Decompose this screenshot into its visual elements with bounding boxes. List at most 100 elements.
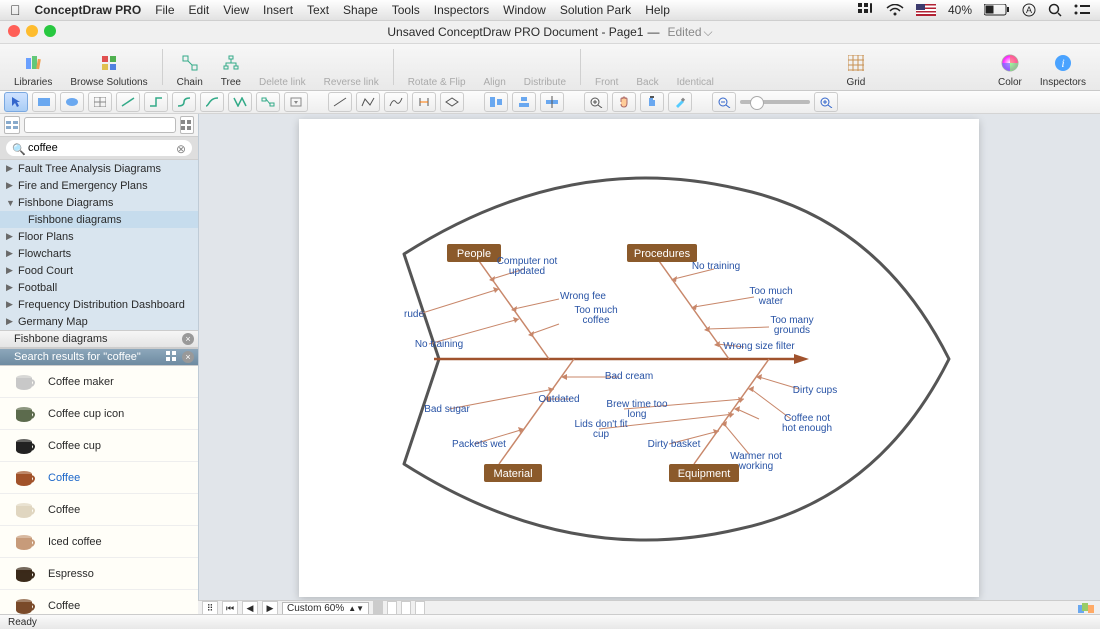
connector-1[interactable]: [116, 92, 140, 112]
alt-icon[interactable]: A: [1022, 3, 1036, 17]
align-tool-1[interactable]: [484, 92, 508, 112]
hand-tool[interactable]: [612, 92, 636, 112]
search-result-item[interactable]: Coffee maker: [0, 366, 198, 398]
close-icon[interactable]: [8, 25, 20, 37]
clear-search-icon[interactable]: ⊗: [176, 142, 186, 156]
search-result-item[interactable]: Iced coffee: [0, 526, 198, 558]
category-item[interactable]: ▶Fire and Emergency Plans: [0, 177, 198, 194]
line-tool-2[interactable]: [356, 92, 380, 112]
align-tool-3[interactable]: [540, 92, 564, 112]
search-result-item[interactable]: Coffee: [0, 494, 198, 526]
category-item[interactable]: ▼Fishbone Diagrams: [0, 194, 198, 211]
search-result-item[interactable]: Espresso: [0, 558, 198, 590]
page-tab-3[interactable]: [401, 601, 411, 615]
menu-file[interactable]: File: [155, 3, 174, 17]
search-result-item[interactable]: Coffee cup icon: [0, 398, 198, 430]
table-tool[interactable]: [88, 92, 112, 112]
menu-edit[interactable]: Edit: [189, 3, 210, 17]
zoom-icon[interactable]: [44, 25, 56, 37]
pointer-tool[interactable]: [4, 92, 28, 112]
toolbar-browse[interactable]: Browse Solutions: [64, 51, 153, 88]
canvas-area[interactable]: People Procedures Material Equipment Com…: [199, 114, 1100, 623]
menu-solution-park[interactable]: Solution Park: [560, 3, 631, 17]
menu-window[interactable]: Window: [503, 3, 546, 17]
menu-help[interactable]: Help: [645, 3, 670, 17]
page-tab-1[interactable]: [373, 601, 383, 615]
menu-shape[interactable]: Shape: [343, 3, 378, 17]
spotlight-icon[interactable]: [1048, 3, 1062, 17]
rect-tool[interactable]: [32, 92, 56, 112]
ellipse-tool[interactable]: [60, 92, 84, 112]
edited-chevron-icon[interactable]: ⌵: [704, 25, 713, 40]
page-list-icon[interactable]: ⠿: [202, 601, 218, 615]
toolbar-chain[interactable]: Chain: [171, 51, 209, 88]
search-input[interactable]: [6, 140, 192, 156]
category-item[interactable]: ▶Flowcharts: [0, 245, 198, 262]
connector-5[interactable]: [228, 92, 252, 112]
connector-2[interactable]: [144, 92, 168, 112]
grid-view-icon[interactable]: [166, 351, 178, 363]
category-item[interactable]: ▶Fault Tree Analysis Diagrams: [0, 160, 198, 177]
category-item[interactable]: ▶Floor Plans: [0, 228, 198, 245]
library-header[interactable]: Fishbone diagrams ×: [0, 330, 198, 348]
page-next[interactable]: ▶: [262, 601, 278, 615]
line-tool-4[interactable]: [412, 92, 436, 112]
traffic-lights[interactable]: [8, 25, 56, 37]
page-tab-4[interactable]: [415, 601, 425, 615]
main-toolbar: Libraries Browse Solutions Chain Tree De…: [0, 44, 1100, 91]
tab-libraries[interactable]: [4, 116, 20, 134]
zoom-level[interactable]: Custom 60%▲▼: [282, 602, 369, 615]
zoom-slider[interactable]: [740, 100, 810, 104]
zoom-in-tool[interactable]: [584, 92, 608, 112]
toolbar-grid[interactable]: Grid: [840, 51, 871, 88]
sidebar-filter-input[interactable]: [24, 117, 176, 133]
connector-3[interactable]: [172, 92, 196, 112]
connector-dropdown[interactable]: [284, 92, 308, 112]
category-item[interactable]: ▶Germany Map: [0, 313, 198, 330]
toolbar-inspectors[interactable]: i Inspectors: [1034, 51, 1092, 88]
toolbar-delete-link: Delete link: [253, 51, 312, 88]
page-prev[interactable]: ◀: [242, 601, 258, 615]
menu-text[interactable]: Text: [307, 3, 329, 17]
category-item[interactable]: ▶Frequency Distribution Dashboard: [0, 296, 198, 313]
line-tool-1[interactable]: [328, 92, 352, 112]
line-tool-5[interactable]: [440, 92, 464, 112]
toolbar-front: Front: [589, 51, 624, 88]
highlight-tool[interactable]: [668, 92, 692, 112]
apple-icon[interactable]: : [10, 3, 21, 17]
category-subitem[interactable]: Fishbone diagrams: [0, 211, 198, 228]
menu-tools[interactable]: Tools: [392, 3, 420, 17]
lbl-too-much-water: Too muchwater: [749, 286, 792, 307]
drawing-page[interactable]: People Procedures Material Equipment Com…: [299, 119, 979, 597]
toolbar-color[interactable]: Color: [992, 51, 1028, 88]
tab-grid-view[interactable]: [180, 116, 194, 134]
menu-inspectors[interactable]: Inspectors: [434, 3, 489, 17]
search-result-item[interactable]: Coffee cup: [0, 430, 198, 462]
search-result-item[interactable]: Coffee: [0, 462, 198, 494]
close-results-icon[interactable]: ×: [182, 351, 194, 363]
connector-4[interactable]: [200, 92, 224, 112]
toolbar-reverse-link: Reverse link: [318, 51, 385, 88]
menu-extras-icon[interactable]: [1074, 4, 1090, 16]
category-item[interactable]: ▶Football: [0, 279, 198, 296]
zoom-in-button[interactable]: [814, 92, 838, 112]
pages-icon[interactable]: [1078, 603, 1096, 613]
flag-icon[interactable]: [916, 4, 936, 16]
wifi-icon[interactable]: [886, 4, 904, 16]
close-lib-icon[interactable]: ×: [182, 333, 194, 345]
toolbar-tree[interactable]: Tree: [215, 51, 247, 88]
category-item[interactable]: ▶Food Court: [0, 262, 198, 279]
line-tool-3[interactable]: [384, 92, 408, 112]
toolbar-libraries[interactable]: Libraries: [8, 51, 58, 88]
clone-tool[interactable]: [640, 92, 664, 112]
grid-menu-icon[interactable]: [858, 3, 874, 17]
page-first[interactable]: ⏮: [222, 601, 238, 615]
connector-6[interactable]: [256, 92, 280, 112]
page-tab-2[interactable]: [387, 601, 397, 615]
app-name[interactable]: ConceptDraw PRO: [35, 3, 142, 17]
align-tool-2[interactable]: [512, 92, 536, 112]
menu-view[interactable]: View: [223, 3, 249, 17]
minimize-icon[interactable]: [26, 25, 38, 37]
menu-insert[interactable]: Insert: [263, 3, 293, 17]
zoom-out-button[interactable]: [712, 92, 736, 112]
